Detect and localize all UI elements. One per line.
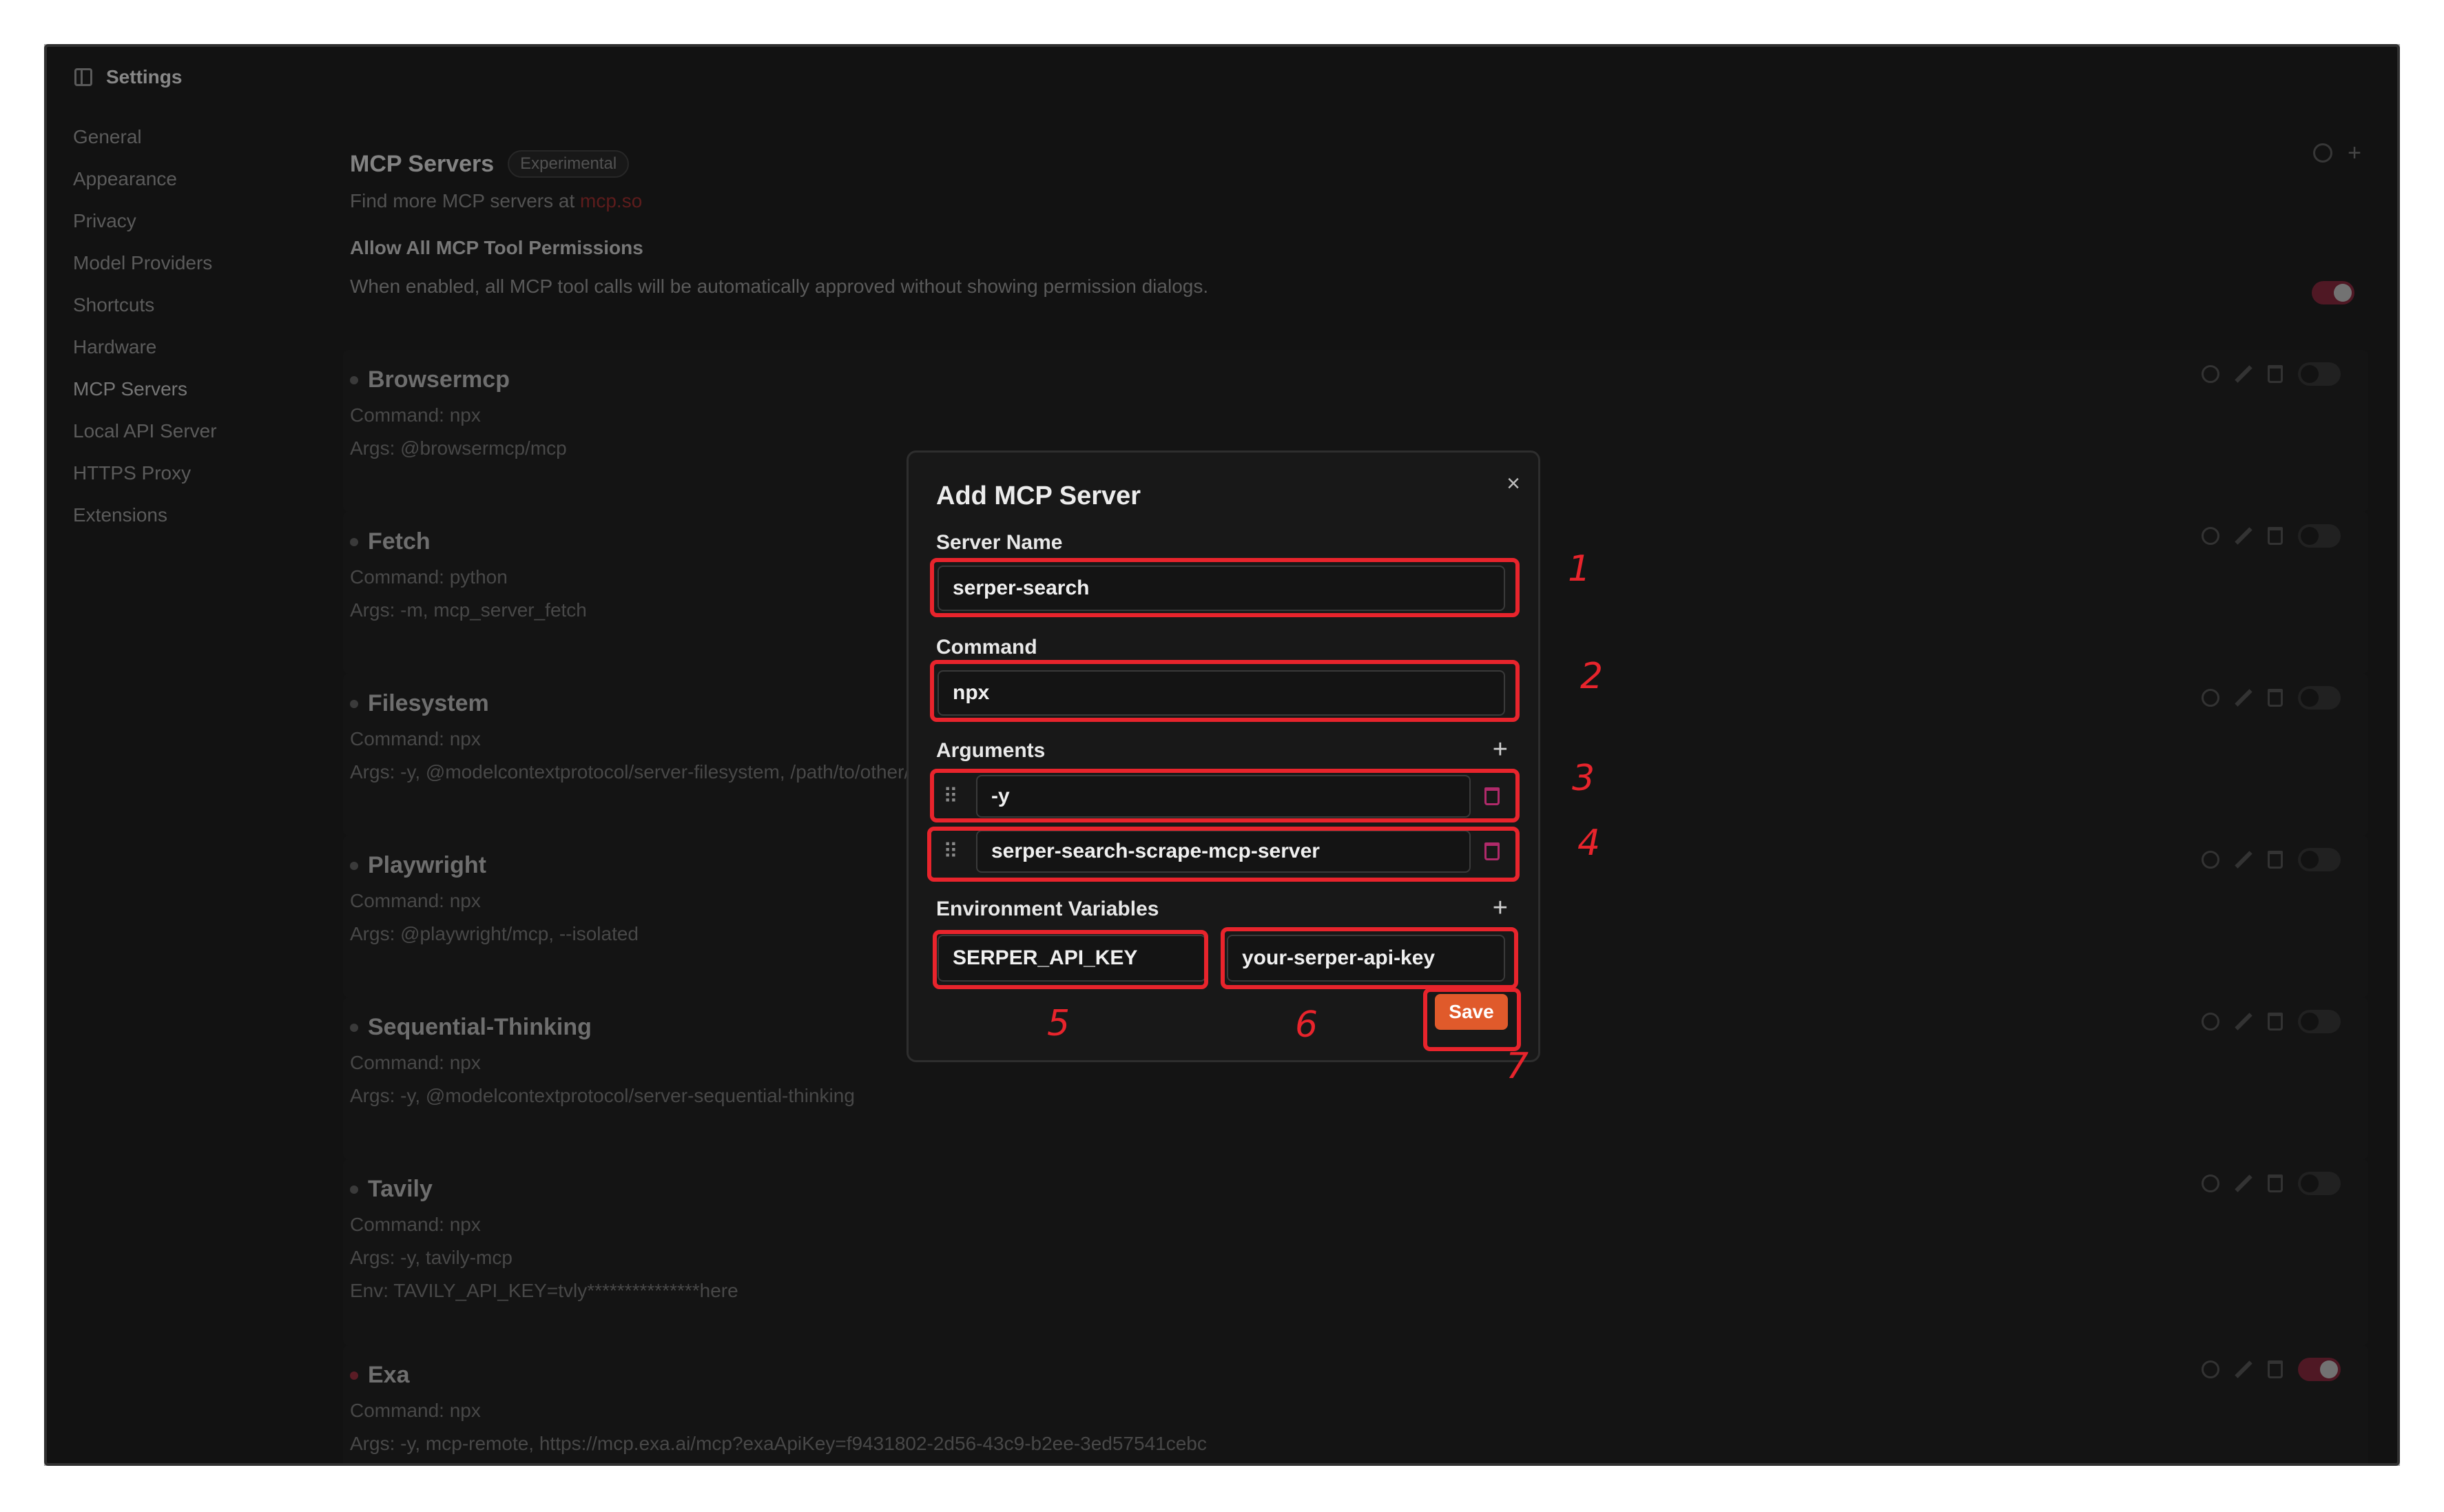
annotation-box-4: [927, 827, 1520, 882]
annotation-box-2: [930, 660, 1520, 722]
annotation-box-5: [933, 930, 1208, 989]
command-label: Command: [936, 636, 1037, 659]
annotation-number-4: 4: [1577, 822, 1601, 864]
add-env-variable-icon[interactable]: +: [1493, 895, 1508, 921]
dialog-title: Add MCP Server: [936, 481, 1141, 510]
annotation-number-2: 2: [1580, 656, 1604, 697]
annotation-number-1: 1: [1568, 548, 1591, 590]
annotation-box-7: [1423, 988, 1521, 1051]
arguments-label: Arguments: [936, 739, 1046, 762]
annotation-box-6: [1221, 927, 1518, 989]
annotation-box-3: [930, 769, 1520, 822]
annotation-number-7: 7: [1506, 1046, 1529, 1081]
server-name-label: Server Name: [936, 531, 1063, 554]
add-argument-icon[interactable]: +: [1493, 736, 1508, 763]
annotation-box-1: [930, 558, 1520, 617]
annotation-number-3: 3: [1572, 758, 1595, 799]
close-icon[interactable]: ×: [1506, 470, 1520, 497]
annotation-number-6: 6: [1295, 1004, 1318, 1046]
annotation-number-5: 5: [1047, 1003, 1070, 1044]
environment-variables-label: Environment Variables: [936, 898, 1159, 920]
